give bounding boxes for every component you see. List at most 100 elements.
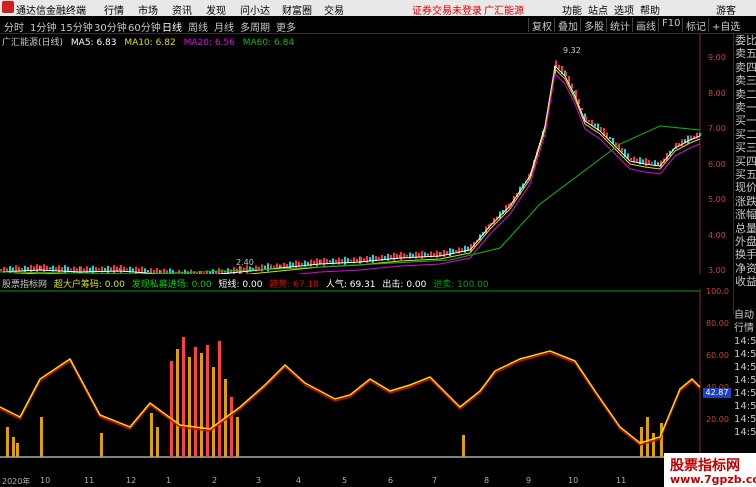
candle	[350, 259, 352, 262]
candle	[76, 268, 78, 272]
indicator-bar	[12, 437, 15, 457]
candle	[687, 135, 689, 144]
quote-label: 换手	[735, 248, 756, 262]
tool-biaoji[interactable]: 标记	[682, 18, 706, 33]
price-axis-label: 7.00	[708, 124, 726, 133]
candle	[113, 265, 115, 274]
menu-xuanxiang[interactable]: 选项	[614, 2, 634, 17]
period-15min[interactable]: 15分钟	[60, 19, 93, 34]
price-axis-label: 5.00	[708, 195, 726, 204]
candle	[461, 248, 463, 252]
candle	[98, 268, 100, 271]
indicator-bar	[156, 427, 159, 457]
candle	[440, 252, 442, 256]
tool-f10[interactable]: F10	[658, 18, 680, 32]
menu-shichang[interactable]: 市场	[138, 2, 158, 17]
date-label: 11	[616, 476, 627, 485]
tick-panel: 自动 行情 14:5 14:5 14:5 14:5 14:5 14:5 14:5 14:5	[733, 309, 756, 449]
candle	[651, 161, 653, 164]
period-60min[interactable]: 60分钟	[128, 19, 161, 34]
indicator-bar	[230, 397, 233, 457]
candle	[427, 253, 429, 256]
menu-bangzhu[interactable]: 帮助	[640, 2, 660, 17]
menu-faxian[interactable]: 发现	[206, 2, 226, 17]
menu-zhandian[interactable]: 站点	[588, 2, 608, 17]
indicator-axis-label: 100.0	[706, 287, 729, 296]
candle	[449, 248, 451, 257]
candle	[120, 265, 122, 273]
tool-tongji[interactable]: 统计	[606, 18, 630, 33]
period-more[interactable]: 更多	[276, 19, 296, 34]
candle	[356, 258, 358, 262]
indicator-bar	[100, 433, 103, 457]
tool-huaxian[interactable]: 画线	[632, 18, 656, 33]
candle	[203, 272, 205, 274]
candle	[184, 269, 186, 274]
candle	[421, 250, 423, 259]
candle	[33, 266, 35, 271]
date-label: 6	[388, 476, 394, 485]
period-30min[interactable]: 30分钟	[94, 19, 127, 34]
indicator-bar	[206, 345, 209, 457]
tool-zixuan[interactable]: +自选	[708, 18, 740, 33]
quote-label: 卖一	[735, 101, 756, 114]
candle	[341, 258, 343, 263]
quote-label: 买三	[735, 141, 756, 155]
date-label: 11	[84, 476, 95, 485]
menu-gongneng[interactable]: 功能	[562, 2, 582, 17]
menu-zixun[interactable]: 资讯	[172, 2, 192, 17]
date-label: 7	[432, 476, 438, 485]
candle	[455, 250, 457, 252]
date-label: 5	[342, 476, 348, 485]
ma5-line	[0, 64, 701, 274]
menu-caifuquan[interactable]: 财富圈	[282, 2, 312, 17]
candle	[323, 257, 325, 266]
quote-label: 卖二	[735, 87, 756, 101]
candle	[400, 252, 402, 260]
tool-diejia[interactable]: 叠加	[554, 18, 578, 33]
candle	[594, 123, 596, 127]
guest-label[interactable]: 游客	[716, 2, 736, 17]
indicator-bar	[194, 347, 197, 457]
candle	[83, 268, 85, 272]
indicator-chart[interactable]	[0, 289, 733, 476]
candle	[147, 270, 149, 273]
tool-fuquan[interactable]: 复权	[528, 18, 552, 33]
tick-label: 14:5	[734, 401, 756, 412]
candle	[126, 268, 128, 271]
tick-label: 14:5	[734, 375, 756, 386]
kline-chart[interactable]	[0, 34, 733, 274]
price-axis-label: 6.00	[708, 160, 726, 169]
period-monthly[interactable]: 月线	[214, 19, 234, 34]
indicator-bar	[646, 417, 649, 457]
period-fenshi[interactable]: 分时	[4, 19, 24, 34]
candle	[642, 159, 644, 164]
candle	[558, 65, 560, 69]
candle	[156, 268, 158, 274]
candle	[21, 267, 23, 270]
price-axis-label: 3.00	[708, 266, 726, 275]
candle	[12, 267, 14, 272]
quote-label: 净资	[735, 261, 756, 275]
tick-label: 14:5	[734, 414, 756, 425]
menu-jiaoyi[interactable]: 交易	[324, 2, 344, 17]
period-weekly[interactable]: 周线	[188, 19, 208, 34]
date-label: 2020年	[2, 477, 31, 486]
candle	[6, 268, 8, 272]
indicator-bar	[660, 423, 663, 457]
candle	[344, 256, 346, 265]
indicator-bar	[16, 443, 19, 457]
ma10-line	[9, 67, 701, 274]
date-label: 4	[296, 476, 302, 485]
period-multi[interactable]: 多周期	[240, 19, 270, 34]
login-warning[interactable]: 证券交易未登录	[412, 2, 482, 17]
broker-name[interactable]: 广汇能源	[484, 2, 524, 17]
menu-hangqing[interactable]: 行情	[104, 2, 124, 17]
period-daily[interactable]: 日线	[162, 19, 182, 34]
candle	[153, 269, 155, 273]
tool-duogu[interactable]: 多股	[580, 18, 604, 33]
menu-wenxiaoda[interactable]: 问小达	[240, 2, 270, 17]
period-1min[interactable]: 1分钟	[30, 19, 56, 34]
indicator-bar	[188, 357, 191, 457]
candle	[138, 268, 140, 273]
